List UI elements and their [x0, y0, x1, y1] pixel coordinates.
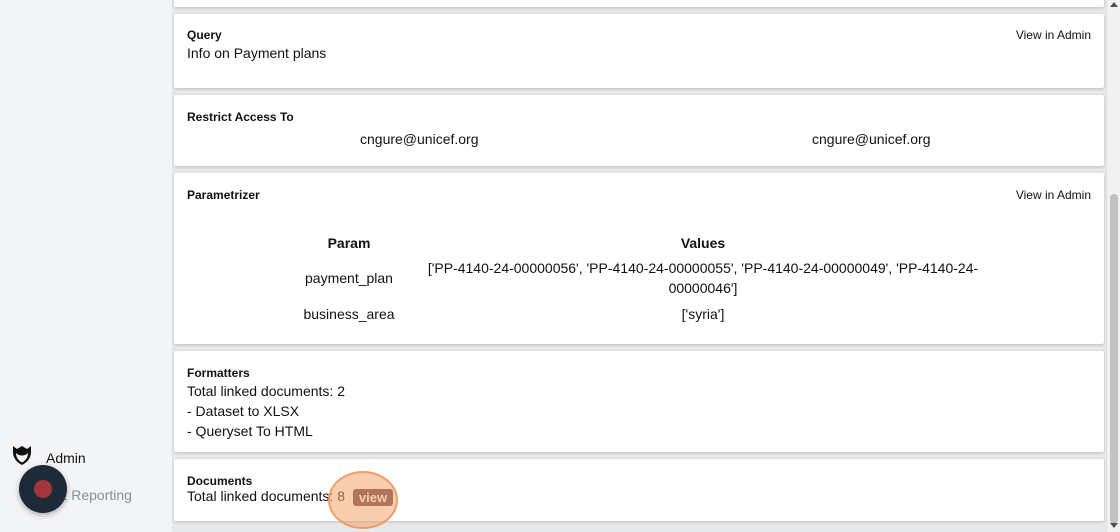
query-card: Query View in Admin Info on Payment plan…	[174, 14, 1104, 88]
scroll-down-icon[interactable]	[1110, 523, 1118, 528]
formatters-card: Formatters Total linked documents: 2 - D…	[174, 351, 1104, 452]
param-cell: payment_plan	[305, 270, 393, 286]
restrict-access-title: Restrict Access To	[187, 110, 294, 124]
table-header-row: Param Values	[284, 231, 984, 255]
formatters-line: - Queryset To HTML	[187, 423, 313, 439]
restricted-email: cngure@unicef.org	[360, 131, 479, 147]
query-title: Query	[187, 28, 222, 42]
click-highlight	[328, 471, 398, 529]
previous-card	[174, 0, 1104, 7]
sidebar-item-reporting[interactable]: E Reporting	[58, 487, 132, 503]
parametrizer-title: Parametrizer	[187, 188, 260, 202]
sidebar-item-label: Admin	[46, 449, 86, 466]
param-cell: business_area	[303, 306, 395, 322]
formatters-title: Formatters	[187, 366, 250, 380]
documents-count-text: Total linked documents: 8	[187, 488, 345, 504]
restrict-access-card: Restrict Access To cngure@unicef.org cng…	[174, 95, 1104, 166]
documents-title: Documents	[187, 474, 253, 488]
values-cell: ['syria']	[681, 306, 725, 322]
parametrizer-card: Parametrizer View in Admin Param Values …	[174, 173, 1104, 344]
params-table: Param Values payment_plan ['PP-4140-24-0…	[284, 231, 984, 327]
sidebar: Admin E Reporting	[0, 0, 172, 532]
restricted-email: cngure@unicef.org	[812, 131, 931, 147]
column-header-param: Param	[327, 235, 371, 251]
table-row: payment_plan ['PP-4140-24-00000056', 'PP…	[284, 255, 984, 301]
values-cell: ['PP-4140-24-00000056', 'PP-4140-24-0000…	[427, 260, 979, 296]
formatters-line: - Dataset to XLSX	[187, 403, 300, 419]
record-icon	[34, 480, 52, 498]
view-in-admin-link[interactable]: View in Admin	[1016, 28, 1091, 42]
scroll-thumb[interactable]	[1110, 194, 1118, 524]
record-button[interactable]	[19, 465, 67, 513]
column-header-values: Values	[680, 235, 726, 251]
view-in-admin-link[interactable]: View in Admin	[1016, 188, 1091, 202]
main-content: Query View in Admin Info on Payment plan…	[172, 0, 1106, 532]
query-description: Info on Payment plans	[187, 45, 327, 61]
vertical-scrollbar[interactable]	[1106, 0, 1120, 532]
documents-card: Documents Total linked documents: 8 view	[174, 459, 1104, 521]
formatters-line: Total linked documents: 2	[187, 383, 345, 399]
table-row: business_area ['syria']	[284, 301, 984, 327]
shield-icon	[12, 444, 32, 471]
scroll-up-icon[interactable]	[1110, 2, 1118, 7]
